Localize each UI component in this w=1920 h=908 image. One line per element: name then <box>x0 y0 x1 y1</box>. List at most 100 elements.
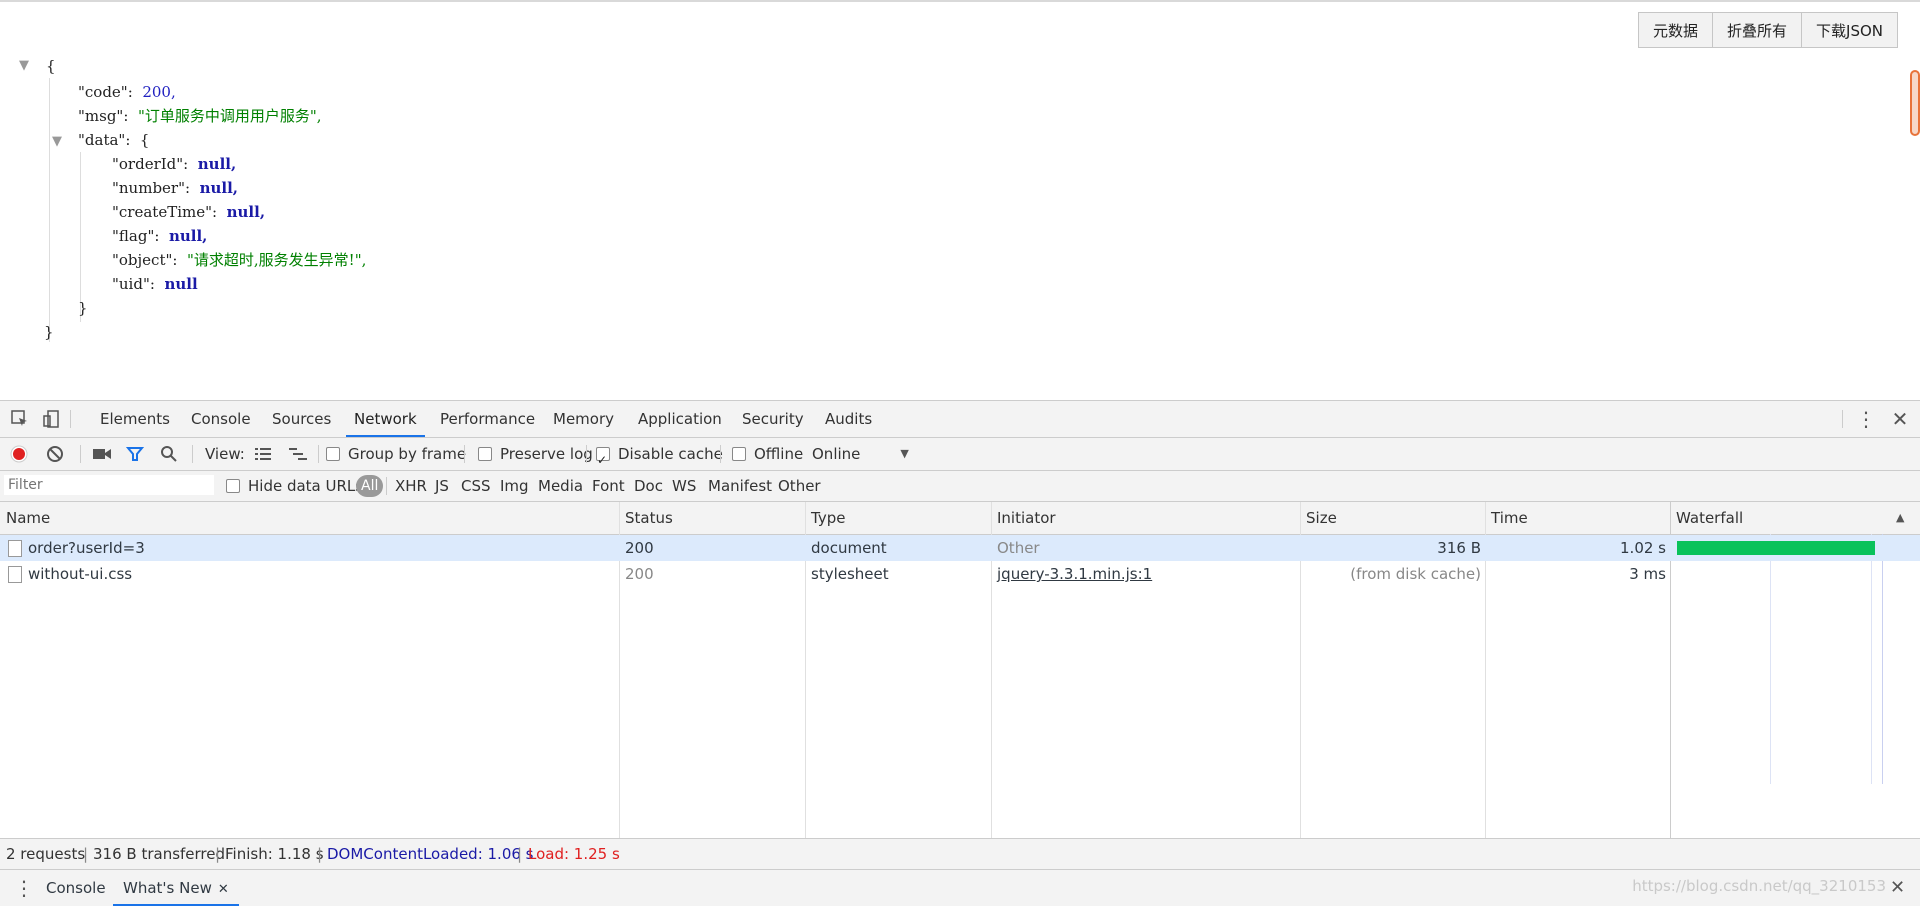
clear-icon[interactable] <box>46 438 64 470</box>
page-scrollbar[interactable] <box>1908 70 1920 136</box>
table-row[interactable]: without-ui.css 200 stylesheet jquery-3.3… <box>0 561 1920 587</box>
hide-data-urls-checkbox[interactable]: Hide data URLs <box>226 471 363 501</box>
offline-box[interactable] <box>732 447 746 461</box>
row-initiator-link[interactable]: jquery-3.3.1.min.js:1 <box>997 561 1152 587</box>
collapse-data-toggle-icon[interactable]: ▼ <box>52 134 62 149</box>
overview-icon[interactable] <box>288 438 308 470</box>
filter-type-doc[interactable]: Doc <box>634 471 663 501</box>
capture-screenshots-icon[interactable] <box>92 438 112 470</box>
filter-type-img[interactable]: Img <box>500 471 529 501</box>
filter-bar: Hide data URLs All XHR JS CSS Img Media … <box>0 471 1920 502</box>
summary-divider: | <box>517 845 523 863</box>
json-key-msg: "msg": <box>78 107 129 125</box>
row-name[interactable]: order?userId=3 <box>28 535 145 561</box>
page-scrollbar-thumb[interactable] <box>1910 70 1920 136</box>
filter-type-css[interactable]: CSS <box>461 471 491 501</box>
document-icon <box>8 540 22 557</box>
close-drawer-icon[interactable]: ✕ <box>1890 870 1905 906</box>
more-options-icon[interactable]: ⋮ <box>1856 409 1876 429</box>
preserve-log-label: Preserve log <box>500 445 593 463</box>
json-value-number: null, <box>199 179 239 197</box>
inspect-element-icon[interactable] <box>10 409 30 429</box>
close-devtools-icon[interactable]: ✕ <box>1890 409 1910 429</box>
tab-security[interactable]: Security <box>742 401 804 437</box>
filter-type-ws[interactable]: WS <box>672 471 696 501</box>
tab-memory[interactable]: Memory <box>553 401 614 437</box>
filter-type-manifest[interactable]: Manifest <box>708 471 772 501</box>
disable-cache-box[interactable] <box>596 444 610 476</box>
preserve-log-checkbox[interactable]: Preserve log <box>478 438 593 470</box>
device-toolbar-icon[interactable] <box>42 409 62 429</box>
column-size[interactable]: Size <box>1306 502 1337 534</box>
group-by-frame-checkbox[interactable]: Group by frame <box>326 438 466 470</box>
search-icon[interactable] <box>160 438 178 470</box>
row-initiator: Other <box>997 539 1040 557</box>
group-by-frame-box[interactable] <box>326 447 340 461</box>
column-status[interactable]: Status <box>625 502 673 534</box>
watermark: https://blog.csdn.net/qq_3210153 <box>1632 877 1886 895</box>
tab-audits[interactable]: Audits <box>825 401 872 437</box>
indent-guide <box>49 78 50 342</box>
json-close-brace: } <box>44 323 54 341</box>
tab-performance[interactable]: Performance <box>440 401 535 437</box>
json-key-createTime: "createTime": <box>112 203 218 221</box>
tab-separator <box>70 410 71 428</box>
large-rows-icon[interactable] <box>254 438 272 470</box>
filter-type-all[interactable]: All <box>356 475 384 497</box>
row-time: 1.02 s <box>1620 539 1666 557</box>
json-line-data: "data": { <box>78 128 149 152</box>
column-waterfall[interactable]: Waterfall <box>1676 502 1743 534</box>
tab-sources[interactable]: Sources <box>272 401 331 437</box>
json-key-flag: "flag": <box>112 227 160 245</box>
json-value-flag: null, <box>168 227 208 245</box>
offline-checkbox[interactable]: Offline <box>732 438 803 470</box>
summary-divider: | <box>83 845 89 863</box>
download-json-button[interactable]: 下载JSON <box>1801 12 1898 48</box>
disable-cache-checkbox[interactable]: Disable cache <box>596 438 723 476</box>
throttling-value: Online <box>812 445 861 463</box>
metadata-button[interactable]: 元数据 <box>1637 12 1713 48</box>
tab-application[interactable]: Application <box>638 401 722 437</box>
json-key-code: "code": <box>78 83 133 101</box>
json-open-brace: { <box>46 57 56 75</box>
toolbar-separator <box>586 445 587 463</box>
filter-type-xhr[interactable]: XHR <box>395 471 427 501</box>
row-time: 3 ms <box>1629 565 1666 583</box>
tab-network[interactable]: Network <box>346 401 425 437</box>
drawer-tab-whats-new[interactable]: What's New ✕ <box>113 870 239 906</box>
json-value-orderId: null, <box>197 155 237 173</box>
filter-input[interactable] <box>4 475 214 495</box>
column-time[interactable]: Time <box>1491 502 1528 534</box>
sort-ascending-icon[interactable]: ▲ <box>1896 502 1904 534</box>
filter-type-js[interactable]: JS <box>435 471 449 501</box>
toolbar-separator <box>464 445 465 463</box>
filter-separator <box>386 477 387 495</box>
devtools-tabbar: Elements Console Sources Network Perform… <box>0 401 1920 438</box>
requests-count: 2 requests <box>6 845 86 863</box>
column-initiator[interactable]: Initiator <box>997 502 1056 534</box>
row-name[interactable]: without-ui.css <box>28 561 132 587</box>
record-icon[interactable] <box>10 438 28 470</box>
column-type[interactable]: Type <box>811 502 845 534</box>
collapse-root-toggle-icon[interactable]: ▼ <box>19 58 29 73</box>
drawer-menu-icon[interactable]: ⋮ <box>14 870 34 906</box>
table-row[interactable]: order?userId=3 200 document Other 316 B … <box>0 535 1920 561</box>
hide-data-urls-box[interactable] <box>226 479 240 493</box>
json-line-number: "number": null, <box>112 176 238 200</box>
tab-elements[interactable]: Elements <box>100 401 170 437</box>
close-tab-icon[interactable]: ✕ <box>218 882 229 897</box>
row-status: 200 <box>625 539 654 557</box>
tab-console[interactable]: Console <box>191 401 251 437</box>
column-name[interactable]: Name <box>6 502 50 534</box>
summary-divider: | <box>317 845 323 863</box>
tab-separator-right <box>1842 410 1843 428</box>
filter-type-font[interactable]: Font <box>592 471 625 501</box>
drawer-tab-console[interactable]: Console <box>46 870 106 906</box>
collapse-all-button[interactable]: 折叠所有 <box>1712 12 1803 48</box>
preserve-log-box[interactable] <box>478 447 492 461</box>
filter-type-other[interactable]: Other <box>778 471 821 501</box>
filter-icon[interactable] <box>126 438 144 470</box>
filter-type-media[interactable]: Media <box>538 471 583 501</box>
throttling-select[interactable]: Online ▼ <box>812 438 909 470</box>
waterfall-bar[interactable] <box>1677 541 1875 555</box>
